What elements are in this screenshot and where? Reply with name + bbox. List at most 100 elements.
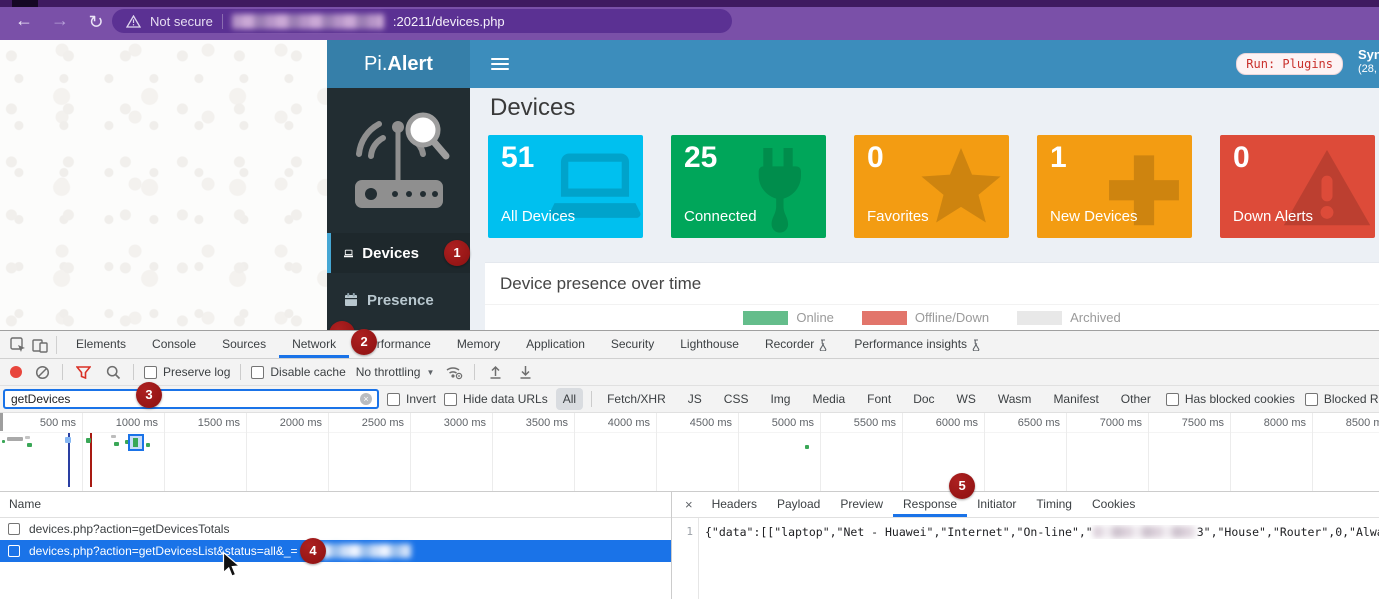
request-checkbox[interactable] [8, 545, 20, 557]
preserve-log-label: Preserve log [163, 365, 230, 379]
blocked-requests-checkbox[interactable]: Blocked Requests [1305, 392, 1379, 406]
browser-tab[interactable] [12, 0, 38, 7]
card-all-devices[interactable]: 51All Devices [488, 135, 643, 238]
back-icon[interactable]: ← [12, 9, 36, 31]
checkbox-icon[interactable] [387, 393, 400, 406]
filter-type-css[interactable]: CSS [717, 388, 756, 410]
card-down-alerts[interactable]: 0Down Alerts [1220, 135, 1375, 238]
tab-sources[interactable]: Sources [209, 331, 279, 358]
network-overview-timeline[interactable]: 500 ms1000 ms1500 ms2000 ms2500 ms3000 m… [0, 413, 1379, 492]
inspect-element-icon[interactable] [8, 335, 28, 355]
detail-tab-preview[interactable]: Preview [830, 492, 893, 517]
request-row-selected[interactable]: devices.php?action=getDevicesList&status… [0, 540, 671, 562]
record-icon[interactable] [10, 366, 22, 378]
filter-type-js[interactable]: JS [681, 388, 709, 410]
detail-tab-label: Initiator [977, 497, 1016, 511]
sidebar-item-devices[interactable]: Devices 1 [327, 233, 470, 273]
tab-application[interactable]: Application [513, 331, 598, 358]
filter-type-img[interactable]: Img [763, 388, 797, 410]
filter-input[interactable] [5, 392, 360, 406]
detail-tab-label: Preview [840, 497, 883, 511]
checkbox-icon[interactable] [251, 366, 264, 379]
tab-performance-insights[interactable]: Performance insights [841, 331, 994, 358]
browser-toolbar: ← → ↻ Not secure :20211/devices.php [0, 0, 1379, 40]
brand-logo[interactable]: Pi.Alert [327, 40, 470, 88]
invert-label: Invert [406, 392, 436, 406]
clear-filter-icon[interactable]: × [360, 393, 372, 405]
detail-tab-initiator[interactable]: Initiator [967, 492, 1026, 517]
card-favorites[interactable]: 0Favorites [854, 135, 1009, 238]
tab-lighthouse[interactable]: Lighthouse [667, 331, 752, 358]
selected-request-mark[interactable] [128, 434, 144, 451]
checkbox-icon[interactable] [444, 393, 457, 406]
toolbar-separator [474, 364, 475, 380]
detail-tab-response[interactable]: Response5 [893, 492, 967, 517]
timeline-tick: 8000 ms [1230, 417, 1306, 429]
invert-checkbox[interactable]: Invert [387, 392, 436, 406]
throttling-select[interactable]: No throttling ▼ [356, 365, 435, 379]
disable-cache-checkbox[interactable]: Disable cache [251, 365, 345, 379]
close-icon[interactable]: × [676, 497, 702, 512]
detail-tab-payload[interactable]: Payload [767, 492, 830, 517]
card-new-devices[interactable]: 1New Devices [1037, 135, 1192, 238]
import-har-icon[interactable] [485, 362, 505, 382]
url-text: :20211/devices.php [393, 14, 505, 29]
waterfall-mark [805, 445, 809, 449]
filter-type-manifest[interactable]: Manifest [1046, 388, 1105, 410]
pialert-app-window: Pi.Alert Run: Plugins Syn (28, [327, 40, 1379, 330]
response-json-line: {"data":[["laptop","Net - Huawei","Inter… [705, 525, 1379, 539]
filter-icon[interactable] [73, 362, 93, 382]
checkbox-icon[interactable] [1305, 393, 1318, 406]
detail-tab-timing[interactable]: Timing [1026, 492, 1082, 517]
preserve-log-checkbox[interactable]: Preserve log [144, 365, 230, 379]
tab-label: Elements [76, 331, 126, 358]
filter-type-ws[interactable]: WS [950, 388, 983, 410]
request-list-header[interactable]: Name [0, 492, 671, 518]
tab-security[interactable]: Security [598, 331, 667, 358]
address-bar[interactable]: Not secure :20211/devices.php [112, 9, 732, 33]
chart-legend: OnlineOffline/DownArchived [485, 310, 1379, 325]
waterfall-mark [114, 442, 119, 446]
brand-alert: Alert [387, 53, 433, 75]
request-row[interactable]: devices.php?action=getDevicesTotals [0, 518, 671, 540]
legend-swatch [743, 311, 788, 325]
filter-type-all[interactable]: All [556, 388, 583, 410]
hide-data-urls-checkbox[interactable]: Hide data URLs [444, 392, 548, 406]
detail-tab-cookies[interactable]: Cookies [1082, 492, 1145, 517]
filter-type-doc[interactable]: Doc [906, 388, 941, 410]
filter-type-font[interactable]: Font [860, 388, 898, 410]
network-filter-row: × 3 Invert Hide data URLs AllFetch/XHRJS… [0, 386, 1379, 413]
waterfall-mark [146, 443, 150, 447]
reload-icon[interactable]: ↻ [84, 11, 108, 33]
legend-online: Online [743, 310, 834, 325]
card-value: 51 [501, 141, 643, 175]
timeline-tick: 4500 ms [656, 417, 732, 429]
tab-elements[interactable]: Elements [63, 331, 139, 358]
tab-console[interactable]: Console [139, 331, 209, 358]
checkbox-icon[interactable] [144, 366, 157, 379]
hamburger-menu-icon[interactable] [491, 58, 509, 70]
detail-tab-headers[interactable]: Headers [702, 492, 767, 517]
card-connected[interactable]: 25Connected [671, 135, 826, 238]
checkbox-icon[interactable] [1166, 393, 1179, 406]
legend-swatch [862, 311, 907, 325]
card-label: Connected [684, 208, 757, 225]
tab-memory[interactable]: Memory [444, 331, 513, 358]
run-plugins-button[interactable]: Run: Plugins [1236, 53, 1343, 75]
filter-type-fetch-xhr[interactable]: Fetch/XHR [600, 388, 673, 410]
filter-type-other[interactable]: Other [1114, 388, 1158, 410]
network-conditions-icon[interactable] [444, 362, 464, 382]
tab-recorder[interactable]: Recorder [752, 331, 841, 358]
clear-icon[interactable] [32, 362, 52, 382]
filter-type-wasm[interactable]: Wasm [991, 388, 1039, 410]
request-checkbox[interactable] [8, 523, 20, 535]
forward-icon[interactable]: → [48, 9, 72, 31]
filter-type-media[interactable]: Media [805, 388, 852, 410]
experiment-flask-icon [818, 339, 828, 351]
sidebar-item-presence[interactable]: Presence [327, 280, 470, 320]
toggle-device-toolbar-icon[interactable] [30, 335, 50, 355]
has-blocked-cookies-checkbox[interactable]: Has blocked cookies [1166, 392, 1295, 406]
export-har-icon[interactable] [515, 362, 535, 382]
tab-network[interactable]: Network2 [279, 331, 349, 358]
search-icon[interactable] [103, 362, 123, 382]
